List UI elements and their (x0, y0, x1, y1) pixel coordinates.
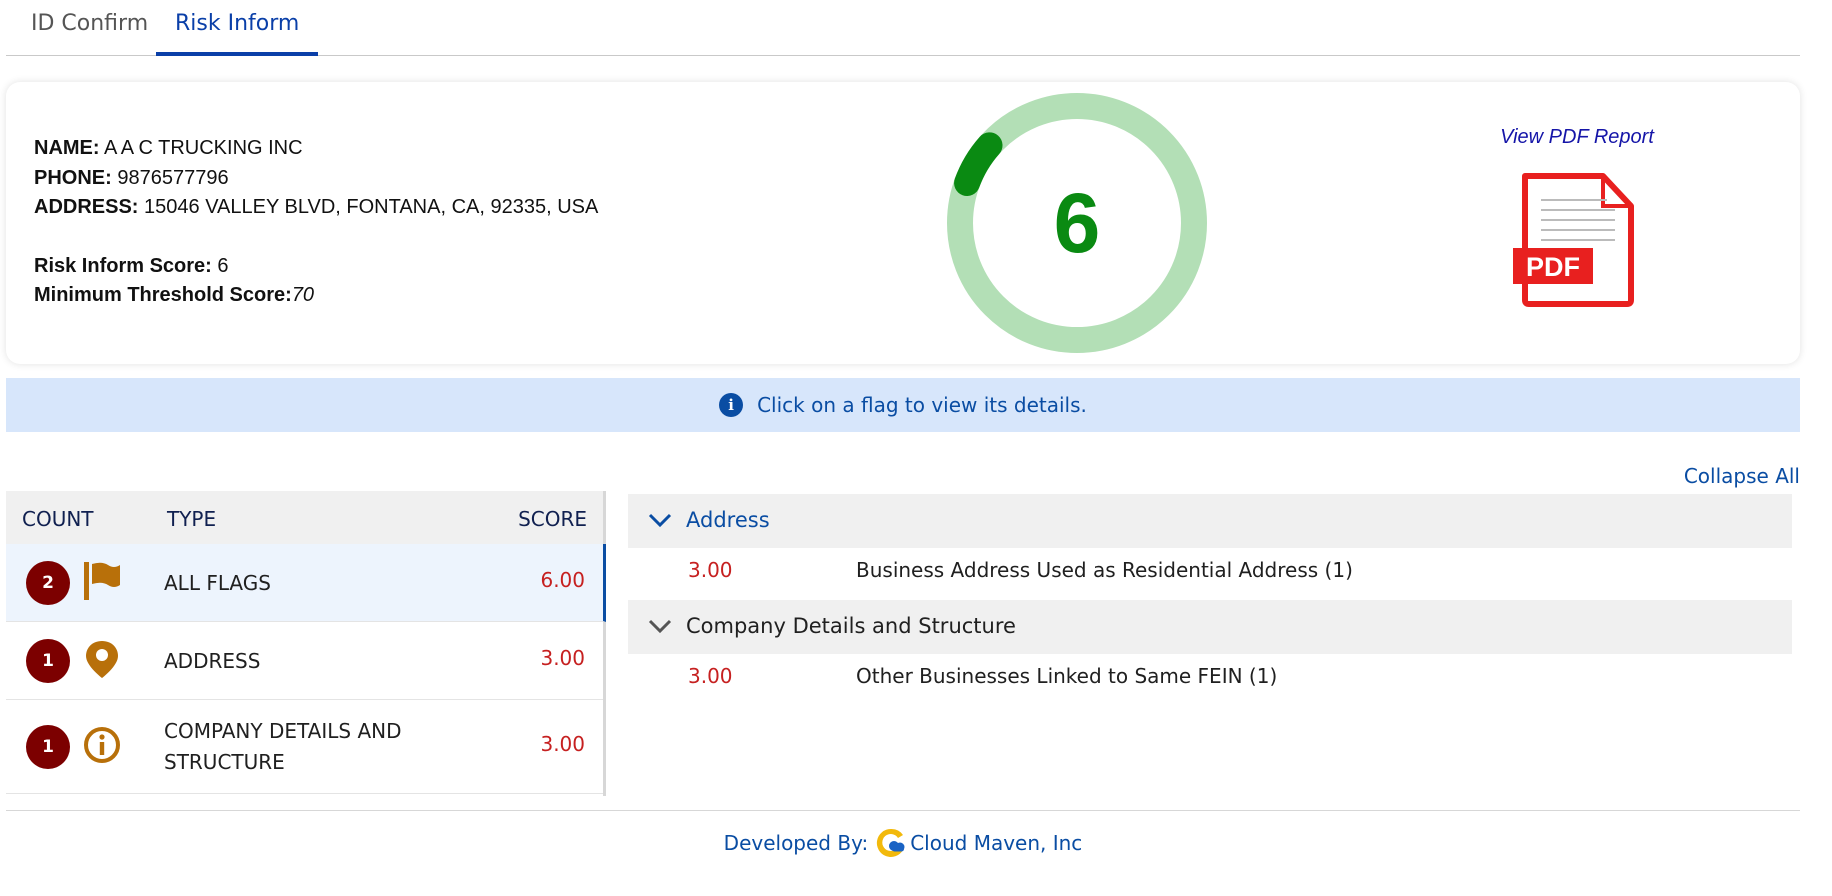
tab-risk-inform[interactable]: Risk Inform (156, 0, 319, 56)
address-label: ADDRESS: (34, 196, 139, 218)
detail-score: 3.00 (688, 558, 733, 582)
threshold-value: 70 (291, 284, 315, 306)
count-header: COUNT (22, 507, 94, 531)
pdf-icon-text: PDF (1526, 252, 1580, 282)
address-value: 15046 VALLEY BLVD, FONTANA, CA, 92335, U… (144, 196, 599, 218)
type-header: TYPE (167, 507, 217, 531)
address-line: ADDRESS: 15046 VALLEY BLVD, FONTANA, CA,… (34, 193, 598, 223)
summary-card: NAME: A A C TRUCKING INC PHONE: 98765777… (6, 82, 1800, 364)
flag-details-panel: Address 3.00 Business Address Used as Re… (628, 494, 1792, 704)
developed-by-label: Developed By: (723, 830, 869, 855)
score-value: 6 (217, 254, 229, 277)
flag-info-banner: i Click on a flag to view its details. (6, 378, 1800, 432)
name-label: NAME: (34, 137, 100, 159)
flags-table-header: COUNT TYPE SCORE (6, 491, 603, 544)
flag-row-all-flags[interactable]: 2 ALL FLAGS 6.00 (6, 544, 606, 622)
score-header: SCORE (518, 507, 587, 531)
phone-label: PHONE: (34, 166, 112, 189)
flag-count-badge: 1 (26, 639, 70, 683)
map-pin-icon (86, 641, 118, 678)
business-info: NAME: A A C TRUCKING INC PHONE: 98765777… (34, 134, 598, 311)
flag-type-label: COMPANY DETAILS AND STRUCTURE (164, 716, 401, 778)
detail-score: 3.00 (688, 664, 733, 688)
collapse-all-link[interactable]: Collapse All (1684, 464, 1800, 488)
info-icon: i (719, 393, 744, 417)
tab-id-confirm[interactable]: ID Confirm (12, 0, 167, 56)
details-group-company[interactable]: Company Details and Structure (628, 600, 1792, 654)
flag-type-label: ADDRESS (164, 649, 261, 673)
score-line: Risk Inform Score: 6 (34, 252, 598, 282)
detail-item: 3.00 Other Businesses Linked to Same FEI… (628, 654, 1792, 704)
threshold-label: Minimum Threshold Score: (34, 284, 292, 306)
cloud-maven-logo-icon (877, 828, 905, 857)
gauge-score-number: 6 (1053, 175, 1101, 270)
flag-type-label: ALL FLAGS (164, 571, 271, 595)
flag-row-company-details[interactable]: 1 COMPANY DETAILS AND STRUCTURE 3.00 (6, 700, 603, 794)
name-line: NAME: A A C TRUCKING INC (34, 134, 598, 164)
flag-row-address[interactable]: 1 ADDRESS 3.00 (6, 622, 603, 700)
group-label: Company Details and Structure (686, 614, 1016, 638)
flags-table: COUNT TYPE SCORE 2 ALL FLAGS 6.00 1 ADDR… (6, 491, 606, 796)
footer: Developed By: Cloud Maven, Inc (6, 810, 1800, 870)
view-pdf-report-link[interactable]: View PDF Report (1472, 126, 1682, 149)
detail-text: Other Businesses Linked to Same FEIN (1) (856, 664, 1278, 688)
company-name-link[interactable]: Cloud Maven, Inc (910, 831, 1082, 855)
flag-type-line-1: COMPANY DETAILS AND (164, 719, 402, 743)
score-label: Risk Inform Score: (34, 254, 212, 277)
flag-count-badge: 2 (26, 561, 70, 605)
details-group-address[interactable]: Address (628, 494, 1792, 548)
banner-text: Click on a flag to view its details. (757, 393, 1087, 417)
name-value: A A C TRUCKING INC (104, 137, 303, 159)
detail-item: 3.00 Business Address Used as Residentia… (628, 548, 1792, 598)
chevron-down-icon (648, 619, 672, 634)
flag-score: 6.00 (540, 568, 585, 592)
flag-type-line-2: STRUCTURE (164, 750, 285, 774)
chevron-down-icon (648, 513, 672, 528)
flag-score: 3.00 (540, 646, 585, 670)
pdf-file-icon[interactable]: PDF (1511, 172, 1635, 308)
info-circle-icon (84, 727, 120, 763)
detail-text: Business Address Used as Residential Add… (856, 558, 1353, 582)
tab-bar: ID Confirm Risk Inform (6, 0, 1800, 56)
flag-score: 3.00 (540, 732, 585, 756)
threshold-line: Minimum Threshold Score:70 (34, 281, 598, 311)
flag-icon (84, 562, 120, 600)
phone-value: 9876577796 (117, 166, 229, 189)
group-label: Address (686, 508, 770, 532)
flag-count-badge: 1 (26, 725, 70, 769)
phone-line: PHONE: 9876577796 (34, 164, 598, 194)
